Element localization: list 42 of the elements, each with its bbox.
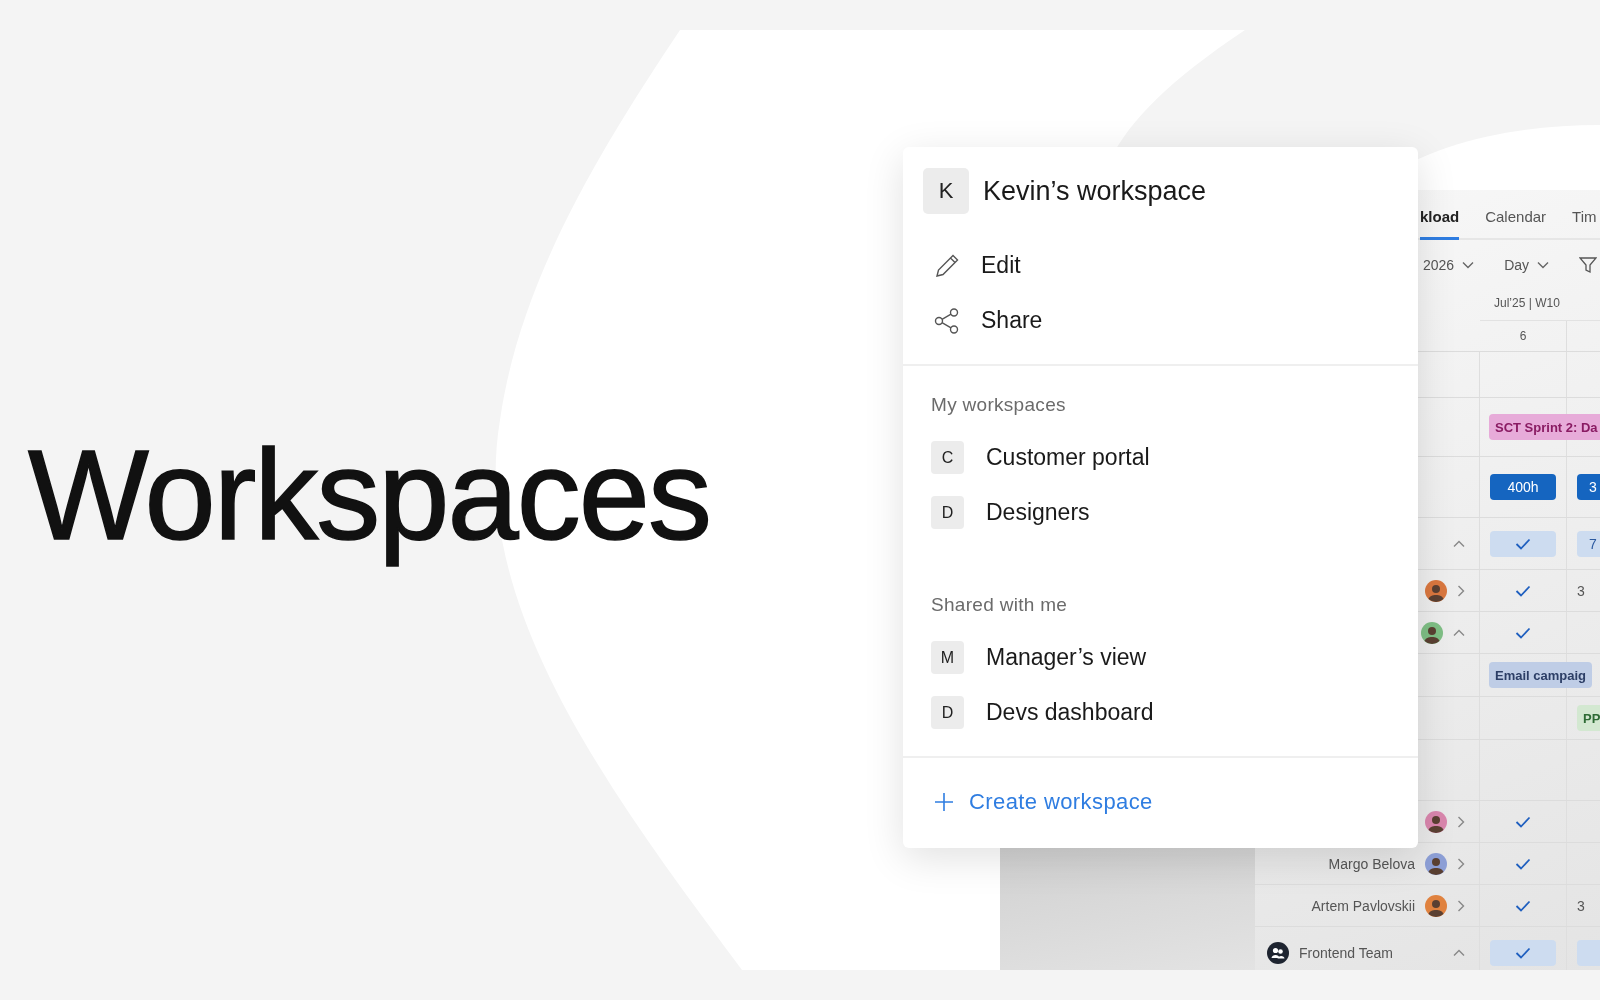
menu-item[interactable]: Share xyxy=(903,293,1418,348)
check-icon xyxy=(1515,584,1531,597)
chevron-down-icon xyxy=(1537,261,1550,269)
section-heading: My workspaces xyxy=(930,393,1067,417)
period-dropdown[interactable]: 2026 xyxy=(1423,257,1455,273)
day-label: 6 xyxy=(1480,321,1567,351)
team-icon xyxy=(1267,942,1289,964)
hours-value: 3 xyxy=(1577,582,1585,599)
view-tab[interactable]: Tim xyxy=(1572,208,1597,240)
workspace-initial-badge: K xyxy=(923,168,969,214)
check-icon xyxy=(1515,537,1531,550)
share-icon xyxy=(933,306,961,335)
chevron-down-icon xyxy=(1462,261,1475,269)
hours-chip: 3 xyxy=(1577,474,1600,500)
check-icon xyxy=(1515,857,1531,870)
task-chip[interactable]: PP xyxy=(1577,705,1600,731)
check-icon xyxy=(1515,815,1531,828)
create-workspace-link[interactable]: Create workspace xyxy=(903,772,1418,832)
view-tab[interactable]: Calendar xyxy=(1485,208,1547,240)
week-label: Jul’25 | W10 xyxy=(1480,290,1600,321)
plus-icon xyxy=(933,791,955,813)
page-headline: Workspaces xyxy=(28,425,710,566)
check-icon xyxy=(1515,626,1531,639)
check-icon xyxy=(1515,947,1531,959)
workspace-item[interactable]: M Manager’s view xyxy=(903,630,1418,685)
person-name: Margo Belova xyxy=(1328,855,1415,872)
section-heading: Shared with me xyxy=(930,593,1069,617)
team-name: Frontend Team xyxy=(1299,945,1393,961)
scale-dropdown[interactable]: Day xyxy=(1504,257,1530,273)
filter-icon xyxy=(1579,256,1598,274)
workspace-item[interactable]: C Customer portal xyxy=(903,430,1418,485)
hours-chip: 7 xyxy=(1577,530,1600,557)
task-chip[interactable]: Email campaig xyxy=(1489,662,1593,688)
task-chip[interactable]: SCT Sprint 2: Da xyxy=(1489,414,1600,440)
workspace-item[interactable]: D Designers xyxy=(903,485,1418,540)
person-name: Artem Pavlovskii xyxy=(1311,897,1415,914)
workspace-name: Kevin’s workspace xyxy=(983,175,1207,207)
hours-value: 3 xyxy=(1577,897,1585,914)
workspace-item[interactable]: D Devs dashboard xyxy=(903,685,1418,740)
menu-item[interactable]: Edit xyxy=(903,238,1418,293)
check-icon xyxy=(1515,899,1531,912)
hours-chip: 400h xyxy=(1490,474,1556,500)
